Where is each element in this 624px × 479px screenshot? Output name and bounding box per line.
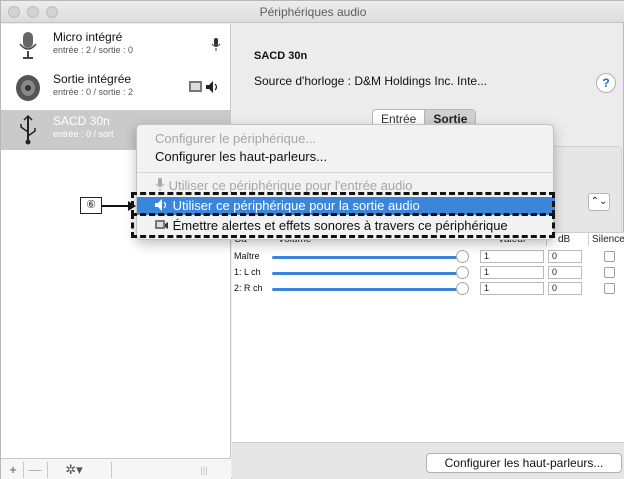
- device-name: Micro intégré: [53, 30, 123, 44]
- db-field[interactable]: 0: [548, 250, 582, 263]
- column-header-db: dB: [558, 234, 571, 245]
- divider: [111, 462, 112, 478]
- clock-source-label: Source d'horloge : D&M Holdings Inc. Int…: [254, 74, 488, 88]
- device-list: Micro intégré entrée : 2 / sortie : 0 So…: [1, 24, 231, 479]
- bottom-bar: Configurer les haut-parleurs...: [232, 442, 624, 479]
- callout-arrow: [102, 205, 130, 207]
- divider: [47, 462, 48, 478]
- volume-slider[interactable]: [272, 272, 462, 275]
- device-io-count: entrée : 0 / sort: [53, 129, 114, 139]
- resize-handle[interactable]: |||: [199, 462, 209, 478]
- highlight-dashed-box: [131, 213, 555, 238]
- db-field[interactable]: 0: [548, 282, 582, 295]
- usb-icon: [20, 114, 36, 145]
- sidebar-footer: + — ✲▾ |||: [1, 458, 231, 479]
- column-header-mute: Silence: [592, 234, 624, 245]
- menu-item-label: Utiliser ce périphérique pour l'entrée a…: [168, 178, 413, 193]
- microphone-small-icon: [211, 38, 221, 51]
- device-item-micro[interactable]: Micro intégré entrée : 2 / sortie : 0: [1, 26, 231, 66]
- format-dropdown-chevron-icon[interactable]: ⌃⌄: [588, 193, 610, 211]
- volume-slider[interactable]: [272, 288, 462, 291]
- volume-slider-knob[interactable]: [456, 282, 469, 295]
- window-title: Périphériques audio: [259, 5, 367, 19]
- title-bar: Périphériques audio: [1, 1, 624, 23]
- microphone-icon: [19, 32, 37, 59]
- speaker-output-icon: [189, 80, 221, 97]
- channel-label: 1: L ch: [234, 267, 261, 277]
- table-row: 2: R ch 1 0: [232, 281, 624, 297]
- gear-menu-button[interactable]: ✲▾: [59, 462, 89, 478]
- device-detail-pane: SACD 30n Source d'horloge : D&M Holdings…: [232, 24, 624, 479]
- volume-value-field[interactable]: 1: [480, 250, 544, 263]
- menu-item-use-for-input[interactable]: Utiliser ce périphérique pour l'entrée a…: [155, 178, 412, 193]
- volume-table: Ca Volume Valeur dB Silence Maître 1 0 1…: [232, 232, 624, 442]
- mute-checkbox[interactable]: [604, 251, 615, 262]
- device-title: SACD 30n: [254, 50, 308, 62]
- db-field[interactable]: 0: [548, 266, 582, 279]
- configure-speakers-button[interactable]: Configurer les haut-parleurs...: [426, 453, 622, 473]
- volume-slider[interactable]: [272, 256, 462, 259]
- column-divider: [588, 233, 589, 246]
- device-item-builtin-output[interactable]: Sortie intégrée entrée : 0 / sortie : 2: [1, 68, 231, 108]
- volume-slider-knob[interactable]: [456, 250, 469, 263]
- mute-checkbox[interactable]: [604, 267, 615, 278]
- callout-number: ⑥: [80, 197, 102, 214]
- volume-value-field[interactable]: 1: [480, 266, 544, 279]
- menu-item-configure-speakers[interactable]: Configurer les haut-parleurs...: [155, 149, 327, 164]
- help-button[interactable]: ?: [596, 73, 616, 93]
- microphone-icon: [155, 178, 165, 191]
- speaker-icon: [16, 75, 40, 101]
- volume-value-field[interactable]: 1: [480, 282, 544, 295]
- table-row: 1: L ch 1 0: [232, 265, 624, 281]
- device-io-count: entrée : 0 / sortie : 2: [53, 87, 134, 97]
- volume-slider-knob[interactable]: [456, 266, 469, 279]
- menu-separator: [137, 172, 555, 173]
- remove-device-button[interactable]: —: [27, 462, 43, 478]
- device-name: Sortie intégrée: [53, 72, 132, 86]
- device-name: SACD 30n: [53, 114, 110, 128]
- table-row: Maître 1 0: [232, 249, 624, 265]
- add-device-button[interactable]: +: [5, 462, 21, 478]
- divider: [23, 462, 24, 478]
- channel-label: Maître: [234, 251, 260, 261]
- device-io-count: entrée : 2 / sortie : 0: [53, 45, 134, 55]
- callout-arrow-head: [128, 201, 136, 211]
- menu-item-configure-device[interactable]: Configurer le périphérique...: [155, 131, 316, 146]
- mute-checkbox[interactable]: [604, 283, 615, 294]
- channel-label: 2: R ch: [234, 283, 263, 293]
